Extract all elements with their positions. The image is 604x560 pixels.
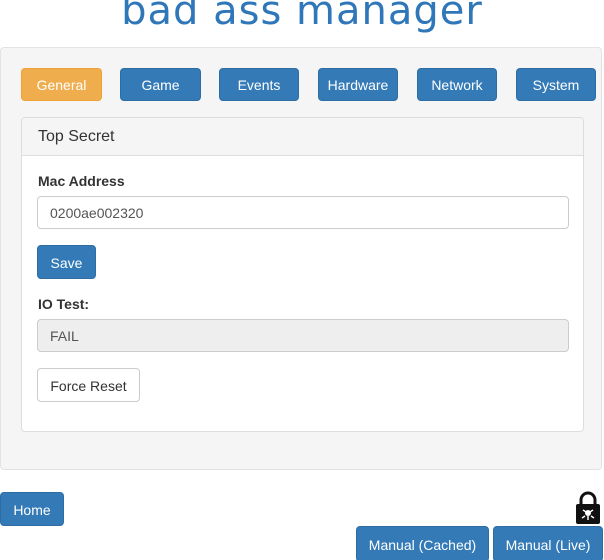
main-well: General Game Events Hardware Network Sys…: [0, 47, 602, 470]
io-test-label: IO Test:: [38, 296, 90, 312]
tab-network[interactable]: Network: [417, 68, 497, 101]
tab-events[interactable]: Events: [219, 68, 299, 101]
tab-system[interactable]: System: [516, 68, 596, 101]
tab-general[interactable]: General: [21, 68, 102, 101]
manual-live-button[interactable]: Manual (Live): [493, 526, 603, 560]
mac-address-label: Mac Address: [38, 173, 125, 189]
page: bad ass manager General Game Events Hard…: [0, 0, 604, 560]
app-title: bad ass manager: [121, 0, 483, 34]
mac-address-input[interactable]: [37, 196, 569, 229]
force-reset-button[interactable]: Force Reset: [37, 368, 140, 402]
home-button[interactable]: Home: [0, 492, 64, 526]
manual-cached-button[interactable]: Manual (Cached): [356, 526, 489, 560]
panel-heading: Top Secret: [22, 118, 583, 156]
tab-game[interactable]: Game: [120, 68, 201, 101]
io-test-field: [37, 319, 569, 352]
top-secret-panel: Top Secret Mac Address Save IO Test: For…: [21, 117, 584, 432]
save-button[interactable]: Save: [37, 245, 96, 279]
tab-hardware[interactable]: Hardware: [318, 68, 398, 101]
lock-icon[interactable]: [575, 491, 601, 525]
